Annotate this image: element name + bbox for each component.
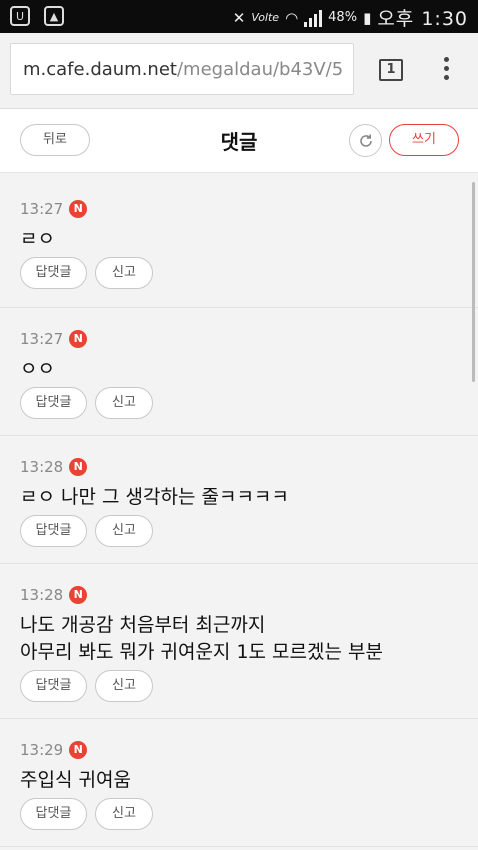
- comment-meta: 13:27 N: [20, 200, 458, 218]
- signal-icon: [304, 9, 323, 27]
- comment-time: 13:28: [20, 458, 64, 476]
- comment-text: 주입식 귀여움: [20, 769, 131, 791]
- battery-percent: 48%: [328, 10, 358, 25]
- reply-button[interactable]: 답댓글: [20, 670, 87, 702]
- reply-button[interactable]: 답댓글: [20, 257, 87, 289]
- comment-text: ㅇㅇ: [20, 358, 55, 380]
- new-badge: N: [69, 330, 88, 348]
- battery-icon: ▮: [363, 8, 372, 27]
- status-bar: U ▲ ✕ Volte ◠ 48% ▮ 오후 1:30: [0, 0, 478, 33]
- status-right-icons: ✕ Volte ◠ 48% ▮ 오후 1:30: [233, 4, 468, 31]
- comment-time: 13:27: [20, 330, 64, 348]
- clock: 오후 1:30: [377, 8, 468, 30]
- comment-meta: 13:28 N: [20, 458, 458, 476]
- refresh-button[interactable]: [349, 124, 382, 157]
- comment-actions: 답댓글 신고: [20, 515, 458, 547]
- comment-item: 13:28 N 나도 개공감 처음부터 최근까지 아무리 봐도 뭐가 귀여운지 …: [0, 564, 478, 719]
- reply-button[interactable]: 답댓글: [20, 798, 87, 830]
- comment-actions: 답댓글 신고: [20, 670, 458, 702]
- report-button[interactable]: 신고: [95, 387, 153, 419]
- report-button[interactable]: 신고: [95, 257, 153, 289]
- overflow-menu-icon[interactable]: [444, 57, 450, 84]
- comment-meta: 13:27 N: [20, 330, 458, 348]
- browser-toolbar: m.cafe.daum.net/megaldau/b43V/5 1: [0, 33, 478, 109]
- new-badge: N: [69, 200, 88, 218]
- volte-label: Volte: [251, 11, 280, 24]
- wifi-icon: ◠: [285, 8, 299, 27]
- comment-time: 13:27: [20, 200, 64, 218]
- comment-actions: 답댓글 신고: [20, 257, 458, 289]
- status-left-icons: U ▲: [10, 6, 64, 26]
- comment-text: 나도 개공감 처음부터 최근까지 아무리 봐도 뭐가 귀여운지 1도 모르겠는 …: [20, 614, 383, 663]
- reply-button[interactable]: 답댓글: [20, 515, 87, 547]
- mute-icon: ✕: [232, 8, 246, 27]
- report-button[interactable]: 신고: [95, 798, 153, 830]
- new-badge: N: [69, 741, 88, 759]
- new-badge: N: [69, 458, 88, 476]
- page-header: 뒤로 댓글 쓰기: [0, 109, 478, 173]
- report-button[interactable]: 신고: [95, 515, 153, 547]
- comment-item: 13:27 N ㄹㅇ 답댓글 신고: [0, 178, 478, 308]
- comment-meta: 13:28 N: [20, 586, 458, 604]
- report-button[interactable]: 신고: [95, 670, 153, 702]
- comment-text: ㄹㅇ: [20, 228, 55, 250]
- url-path: /megaldau/b43V/5: [176, 59, 344, 80]
- url-host: m.cafe.daum.net: [23, 59, 177, 80]
- write-button[interactable]: 쓰기: [389, 124, 459, 156]
- comment-item: 13:28 N ㄹㅇ 나만 그 생각하는 줄ㅋㅋㅋㅋ 답댓글 신고: [0, 436, 478, 564]
- refresh-icon: [359, 134, 372, 147]
- comment-text: ㄹㅇ 나만 그 생각하는 줄ㅋㅋㅋㅋ: [20, 486, 289, 508]
- comment-list: 13:27 N ㄹㅇ 답댓글 신고 13:27 N ㅇㅇ 답댓글 신고 13:2…: [0, 178, 478, 847]
- app-notification-icon: U: [10, 6, 30, 26]
- image-notification-icon: ▲: [44, 6, 64, 26]
- comment-actions: 답댓글 신고: [20, 798, 458, 830]
- reply-button[interactable]: 답댓글: [20, 387, 87, 419]
- comment-actions: 답댓글 신고: [20, 387, 458, 419]
- url-bar[interactable]: m.cafe.daum.net/megaldau/b43V/5: [10, 43, 354, 95]
- scrollbar-thumb[interactable]: [472, 182, 475, 382]
- comment-item: 13:27 N ㅇㅇ 답댓글 신고: [0, 308, 478, 436]
- new-badge: N: [69, 586, 88, 604]
- tab-switcher-button[interactable]: 1: [379, 59, 403, 81]
- comment-time: 13:28: [20, 586, 64, 604]
- comment-meta: 13:29 N: [20, 741, 458, 759]
- comment-item: 13:29 N 주입식 귀여움 답댓글 신고: [0, 719, 478, 847]
- comment-time: 13:29: [20, 741, 64, 759]
